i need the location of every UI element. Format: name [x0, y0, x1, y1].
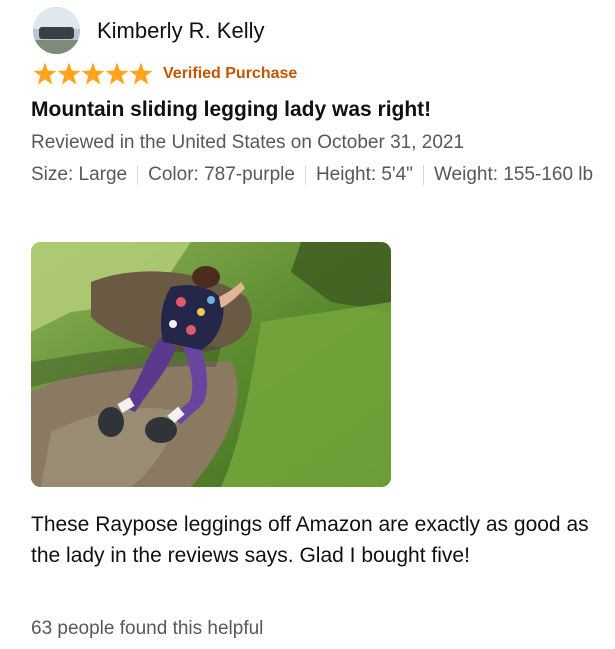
star-icon: [81, 62, 105, 85]
review-body: These Raypose leggings off Amazon are ex…: [31, 513, 589, 567]
avatar-car: [39, 27, 74, 39]
star-icon: [57, 62, 81, 85]
review-photo-image: [31, 242, 391, 487]
attribute-divider: [304, 164, 306, 185]
customer-review: Kimberly R. Kelly Verified Purchase Moun…: [0, 0, 615, 649]
reviewer-avatar[interactable]: [33, 7, 80, 54]
star-icon: [129, 62, 153, 85]
star-icon: [105, 62, 129, 85]
helpful-count: 63 people found this helpful: [31, 618, 264, 639]
product-attributes: Size: Large Color: 787-purple Height: 5'4"…: [31, 160, 611, 190]
attribute-color[interactable]: Color: 787-purple: [148, 164, 295, 185]
avatar-ground: [33, 40, 80, 54]
attribute-weight: Weight: 155-160 lb: [433, 164, 594, 185]
review-date: Reviewed in the United States on October…: [31, 132, 465, 153]
review-title[interactable]: Mountain sliding legging lady was right!: [31, 96, 431, 124]
review-photo[interactable]: [31, 242, 391, 487]
avatar-sky: [33, 7, 80, 29]
attribute-divider: [137, 164, 139, 185]
reviewer-name[interactable]: Kimberly R. Kelly: [97, 17, 264, 45]
attribute-size[interactable]: Size: Large: [31, 164, 127, 185]
attribute-divider: [422, 164, 424, 185]
star-icon: [33, 62, 57, 85]
verified-purchase-badge: Verified Purchase: [163, 65, 298, 82]
star-rating[interactable]: [33, 62, 153, 86]
attribute-height: Height: 5'4": [315, 164, 413, 185]
